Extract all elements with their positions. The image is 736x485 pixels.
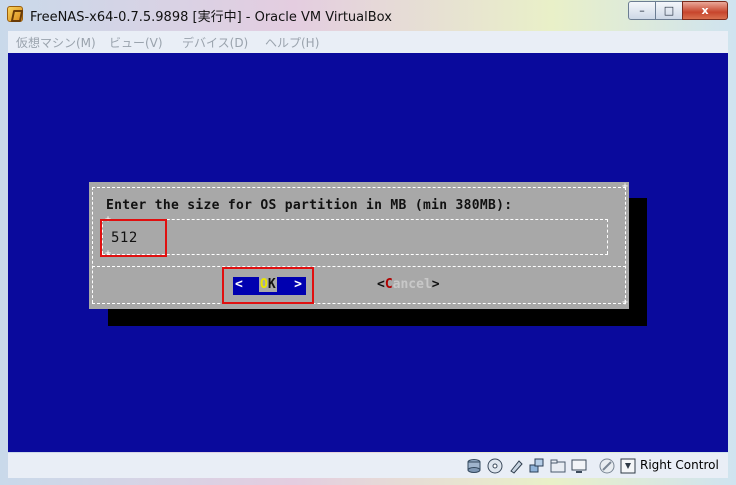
- network-icon[interactable]: [529, 458, 545, 474]
- dialog-border-right: [625, 187, 626, 303]
- display-icon[interactable]: [571, 458, 587, 474]
- cancel-hotkey: C: [384, 277, 393, 292]
- cancel-label-rest: ancel: [392, 277, 432, 292]
- keyboard-capture-icon[interactable]: [620, 458, 636, 474]
- minimize-button[interactable]: –: [628, 1, 656, 20]
- dialog-border-top: [92, 187, 626, 188]
- menu-help[interactable]: ヘルプ(H): [265, 34, 319, 51]
- menu-machine[interactable]: 仮想マシン(M): [16, 34, 96, 51]
- ok-label: OK: [259, 277, 277, 292]
- ok-label-rest: K: [267, 277, 276, 292]
- usb-icon[interactable]: [508, 458, 524, 474]
- menu-view[interactable]: ビュー(V): [109, 34, 163, 51]
- input-highlight-box: [100, 219, 167, 257]
- menu-bar: 仮想マシン(M) ビュー(V) デバイス(D) ヘルプ(H): [8, 31, 728, 53]
- virtualbox-window: FreeNAS-x64-0.7.5.9898 [実行中] - Oracle VM…: [0, 0, 736, 485]
- hard-disk-icon[interactable]: [466, 458, 482, 474]
- maximize-button[interactable]: □: [655, 1, 683, 20]
- cancel-close-bracket: >: [431, 277, 440, 292]
- dialog-prompt: Enter the size for OS partition in MB (m…: [106, 198, 513, 213]
- cd-icon[interactable]: [487, 458, 503, 474]
- mouse-integration-icon[interactable]: [599, 458, 615, 474]
- input-border-right: [607, 219, 608, 254]
- input-border-top: [102, 219, 608, 220]
- corner-mark: +: [622, 181, 629, 192]
- ok-left-bracket: <: [235, 277, 243, 292]
- shared-folder-icon[interactable]: [550, 458, 566, 474]
- host-key-label: Right Control: [640, 458, 719, 472]
- close-button[interactable]: x: [682, 1, 728, 20]
- dialog-border-left: [92, 187, 93, 303]
- input-border-bottom: [102, 254, 608, 255]
- status-bar: Right Control: [8, 453, 728, 478]
- cancel-button[interactable]: <Cancel>: [377, 277, 440, 292]
- menu-devices[interactable]: デバイス(D): [182, 34, 248, 51]
- window-title: FreeNAS-x64-0.7.5.9898 [実行中] - Oracle VM…: [30, 10, 392, 25]
- vm-display[interactable]: + + Enter the size for OS partition in M…: [8, 53, 728, 452]
- virtualbox-app-icon: [7, 6, 23, 22]
- cancel-open-bracket: <: [377, 277, 385, 292]
- partition-size-dialog: + + Enter the size for OS partition in M…: [89, 182, 629, 309]
- dialog-border-bottom: [92, 303, 626, 304]
- ok-hotkey: O: [260, 277, 268, 292]
- ok-right-bracket: >: [294, 277, 302, 292]
- title-bar[interactable]: FreeNAS-x64-0.7.5.9898 [実行中] - Oracle VM…: [0, 0, 736, 30]
- corner-mark: +: [622, 297, 629, 308]
- ok-button[interactable]: < OK >: [233, 277, 306, 295]
- dialog-separator: [92, 266, 626, 267]
